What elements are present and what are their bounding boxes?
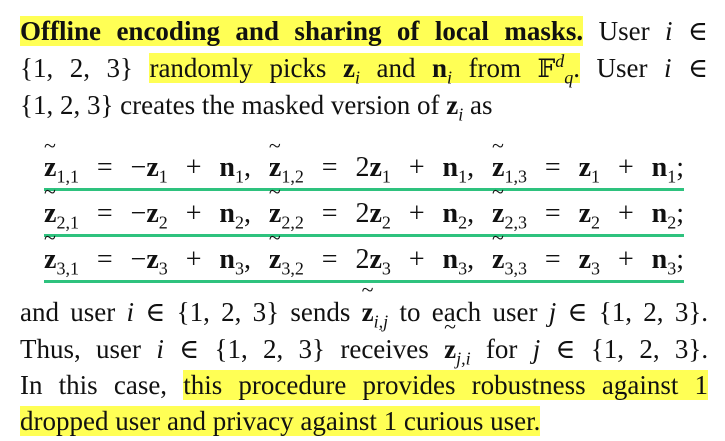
para2-line4: dropped user and privacy against 1 curio…	[20, 404, 708, 438]
highlight-privacy: dropped user and privacy against 1 curio…	[20, 406, 541, 436]
para1-line3: {1, 2, 3} creates the masked version of …	[20, 90, 493, 125]
highlight-robustness: this procedure provides robustness again…	[183, 370, 708, 400]
para1-line1: Offline encoding and sharing of local ma…	[20, 16, 709, 46]
highlight-phrase: randomly picks zi and ni from 𝔽dq.	[149, 51, 581, 88]
para2-line1: and user i ∈ {1, 2, 3} sends zi,j to eac…	[20, 273, 708, 330]
equation-row-1: z1,1 = −z1 + n1, z1,2 = 2z1 + n1, z1,3 =…	[44, 126, 684, 191]
equation-row-2: z2,1 = −z2 + n2, z2,2 = 2z2 + n2, z2,3 =…	[44, 172, 684, 237]
elem-symbol: ∈	[688, 16, 709, 46]
index-set: {1, 2, 3}	[20, 53, 133, 83]
para2-line3: In this case, this procedure provides ro…	[20, 370, 708, 400]
section-title: Offline encoding and sharing of local ma…	[20, 16, 584, 46]
paper-excerpt: Offline encoding and sharing of local ma…	[0, 0, 725, 441]
para1-line2: {1, 2, 3} randomly picks zi and ni from …	[20, 51, 709, 88]
word-user-2: User	[596, 53, 648, 83]
para2-line2: Thus, user i ∈ {1, 2, 3} receives zj,i f…	[20, 310, 708, 367]
word-user: User	[598, 16, 650, 46]
